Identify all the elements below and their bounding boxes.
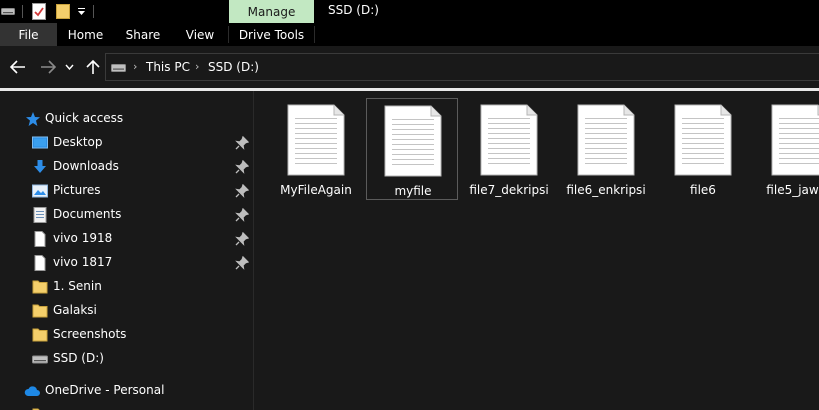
- tab-home[interactable]: Home: [57, 23, 114, 46]
- navigation-pane: Quick access Desktop Downloads Pictures …: [0, 91, 254, 410]
- sidebar-item-label: SSD (D:): [53, 351, 104, 365]
- text-file-icon: [771, 104, 819, 176]
- sidebar-item-desktop[interactable]: Desktop: [0, 131, 253, 155]
- toolbar-separator: [22, 5, 23, 18]
- folder-icon: [32, 328, 48, 342]
- sidebar-item-label: Screenshots: [53, 327, 127, 341]
- text-file-icon: [480, 104, 538, 176]
- recent-locations-button[interactable]: [63, 58, 75, 76]
- new-folder-icon[interactable]: [56, 4, 70, 19]
- ribbon-separator: [314, 26, 315, 43]
- drive-icon: [32, 355, 48, 364]
- sidebar-item-label: Quick access: [45, 111, 124, 125]
- pin-icon[interactable]: [235, 232, 249, 246]
- file-name: file5_jawab: [766, 183, 819, 197]
- sidebar-item-vivo-1918[interactable]: vivo 1918: [0, 227, 253, 251]
- file-icon: [34, 231, 46, 247]
- breadcrumb-this-pc[interactable]: This PC: [146, 60, 190, 74]
- sidebar-item-onedrive[interactable]: OneDrive - Personal: [0, 379, 253, 403]
- toolbar-separator: [93, 5, 94, 18]
- sidebar-item-documents[interactable]: Documents: [0, 203, 253, 227]
- sidebar-item-galaksi[interactable]: Galaksi: [0, 299, 253, 323]
- text-file-icon: [287, 104, 345, 176]
- up-button[interactable]: [84, 58, 102, 76]
- file-name: myfile: [394, 184, 432, 198]
- window-title: SSD (D:): [328, 3, 379, 17]
- customize-toolbar-chevron-icon[interactable]: [77, 8, 86, 16]
- sidebar-item-pictures[interactable]: Pictures: [0, 179, 253, 203]
- star-icon: [26, 112, 40, 126]
- folder-icon: [32, 280, 48, 294]
- file-item[interactable]: file6: [657, 98, 749, 200]
- title-bar: Manage SSD (D:): [0, 0, 819, 23]
- tab-drive-tools[interactable]: Drive Tools: [229, 23, 314, 46]
- sidebar-item-label: 1. Senin: [53, 279, 102, 293]
- arrow-up-icon: [86, 59, 100, 74]
- text-file-icon: [577, 104, 635, 176]
- folder-icon: [32, 304, 48, 318]
- breadcrumb-ssd-d[interactable]: SSD (D:): [208, 60, 259, 74]
- sidebar-item-ssd-d[interactable]: SSD (D:): [0, 347, 253, 371]
- file-item[interactable]: MyFileAgain: [270, 98, 362, 200]
- tab-share[interactable]: Share: [114, 23, 172, 46]
- pictures-icon: [32, 184, 48, 198]
- sidebar-item-screenshots[interactable]: Screenshots: [0, 323, 253, 347]
- sidebar-item-label: OneDrive - Personal: [45, 383, 165, 397]
- forward-button[interactable]: [39, 58, 57, 76]
- file-name: MyFileAgain: [280, 183, 352, 197]
- sidebar-item-label: Downloads: [53, 159, 119, 173]
- file-item[interactable]: file7_dekripsi: [463, 98, 555, 200]
- sidebar-item-label: vivo 1817: [53, 255, 113, 269]
- desktop-icon: [32, 136, 48, 149]
- sidebar-item-downloads[interactable]: Downloads: [0, 155, 253, 179]
- sidebar-item-quick-access[interactable]: Quick access: [0, 107, 253, 131]
- pin-icon[interactable]: [235, 208, 249, 222]
- documents-icon: [33, 207, 47, 223]
- tab-view[interactable]: View: [172, 23, 228, 46]
- download-icon: [34, 160, 46, 173]
- text-file-icon: [384, 105, 442, 177]
- sidebar-item-1-senin[interactable]: 1. Senin: [0, 275, 253, 299]
- sidebar-item-label: Pictures: [53, 183, 101, 197]
- sidebar-item-label: Desktop: [53, 135, 103, 149]
- chevron-down-icon: [64, 64, 74, 70]
- file-item[interactable]: file5_jawab: [754, 98, 819, 200]
- sidebar-item-vivo-1817[interactable]: vivo 1817: [0, 251, 253, 275]
- file-name: file6: [690, 183, 716, 197]
- pin-icon[interactable]: [235, 160, 249, 174]
- file-icon: [34, 255, 46, 271]
- arrow-left-icon: [10, 60, 25, 74]
- pin-icon[interactable]: [235, 256, 249, 270]
- ribbon-tabs: File Home Share View Drive Tools: [0, 23, 819, 46]
- arrow-right-icon: [41, 60, 56, 74]
- address-bar[interactable]: › This PC › SSD (D:): [105, 53, 819, 81]
- breadcrumb-separator[interactable]: ›: [195, 60, 199, 73]
- drive-icon: [111, 64, 126, 72]
- file-list: MyFileAgain myfile file7_dekripsi file6_…: [255, 91, 819, 410]
- text-file-icon: [674, 104, 732, 176]
- drive-icon[interactable]: [1, 6, 15, 16]
- sidebar-item-label: vivo 1918: [53, 231, 113, 245]
- sidebar-item-label: Galaksi: [53, 303, 97, 317]
- manage-context-tab[interactable]: Manage: [229, 0, 314, 23]
- cloud-icon: [24, 386, 40, 396]
- file-item-selected[interactable]: myfile: [366, 98, 458, 200]
- sidebar-item-label: Documents: [53, 207, 122, 221]
- file-name: file6_enkripsi: [566, 183, 646, 197]
- pin-icon[interactable]: [235, 136, 249, 150]
- breadcrumb-separator[interactable]: ›: [133, 60, 137, 73]
- sidebar-item-partial[interactable]: [0, 403, 253, 410]
- properties-icon[interactable]: [32, 3, 46, 20]
- tab-file[interactable]: File: [0, 23, 57, 46]
- file-item[interactable]: file6_enkripsi: [560, 98, 652, 200]
- file-name: file7_dekripsi: [469, 183, 549, 197]
- back-button[interactable]: [9, 58, 27, 76]
- pin-icon[interactable]: [235, 184, 249, 198]
